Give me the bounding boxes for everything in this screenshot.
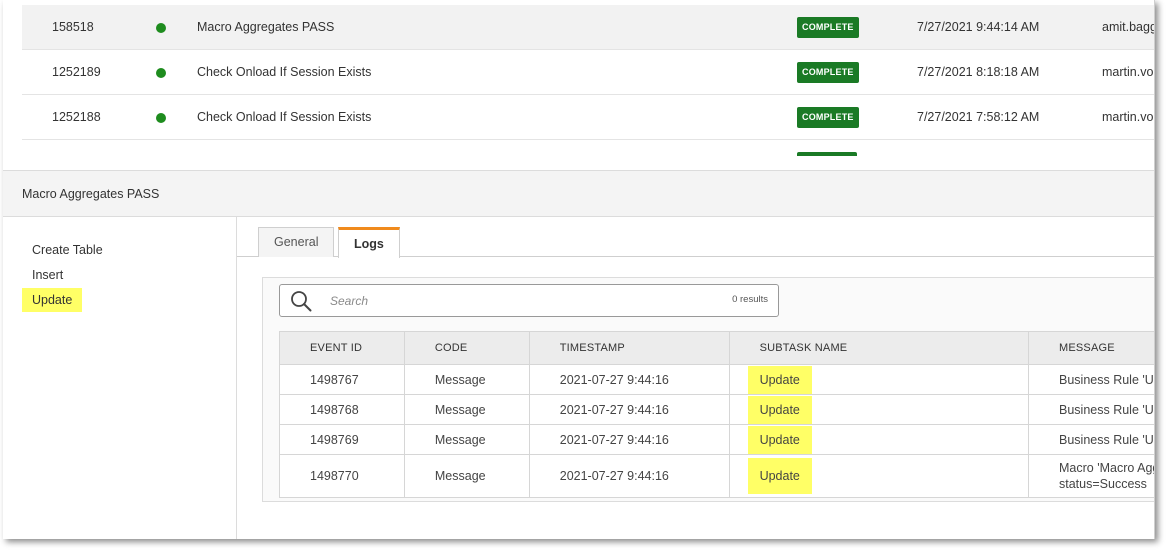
job-timestamp: 7/27/2021 9:44:14 AM	[917, 20, 1040, 34]
job-user: amit.bagg	[1102, 20, 1155, 34]
table-row[interactable]: 1498770 Message 2021-07-27 9:44:16 Updat…	[279, 454, 1155, 498]
job-name: Macro Aggregates PASS	[197, 20, 335, 34]
search-icon	[291, 291, 312, 312]
status-badge: COMPLETE	[797, 17, 859, 39]
table-header-row: EVENT ID CODE TIMESTAMP SUBTASK NAME MES…	[279, 331, 1154, 365]
message-line: status=Success	[1059, 477, 1147, 491]
message-cell: Business Rule 'Up	[1028, 424, 1154, 455]
subtask-highlight: Update	[747, 365, 812, 394]
message-cell: Business Rule 'Up	[1028, 364, 1154, 395]
code-cell: Message	[403, 364, 530, 395]
tab-general[interactable]: General	[258, 227, 335, 257]
job-user: martin.vo	[1102, 65, 1154, 79]
table-row[interactable]: 1498767 Message 2021-07-27 9:44:16 Updat…	[279, 364, 1154, 395]
job-row[interactable]: 158518 Macro Aggregates PASS COMPLETE 7/…	[22, 5, 1155, 50]
status-dot-icon	[156, 95, 168, 140]
job-timestamp: 7/27/2021 7:58:12 AM	[917, 110, 1040, 124]
column-header-timestamp[interactable]: TIMESTAMP	[528, 331, 730, 365]
status-badge: COMPLETE	[797, 107, 859, 129]
event-id-cell: 1498769	[279, 424, 405, 455]
job-monitor-window: 158518 Macro Aggregates PASS COMPLETE 7/…	[3, 0, 1155, 539]
subtask-update[interactable]: Update	[22, 288, 83, 312]
job-id: 158518	[52, 20, 94, 34]
subtask-cell: Update	[728, 454, 1030, 498]
status-badge: COMPLETE	[797, 62, 859, 84]
code-cell: Message	[403, 394, 530, 425]
detail-title: Macro Aggregates PASS	[22, 187, 160, 201]
results-count: 0 results	[732, 294, 768, 305]
subtask-highlight: Update	[747, 458, 812, 494]
detail-header: Macro Aggregates PASS	[3, 170, 1154, 217]
column-header-message[interactable]: MESSAGE	[1028, 331, 1154, 365]
column-header-subtask-name[interactable]: SUBTASK NAME	[728, 331, 1030, 365]
partial-status-badge	[797, 152, 857, 156]
status-dot-icon	[156, 50, 168, 95]
job-id: 1252189	[52, 65, 101, 79]
job-name: Check Onload If Session Exists	[197, 65, 372, 79]
timestamp-cell: 2021-07-27 9:44:16	[528, 424, 730, 455]
subtask-insert[interactable]: Insert	[22, 263, 73, 287]
tab-logs[interactable]: Logs	[338, 227, 400, 258]
job-timestamp: 7/27/2021 8:18:18 AM	[917, 65, 1040, 79]
event-id-cell: 1498770	[279, 454, 405, 498]
message-cell: Macro 'Macro Agg status=Success	[1028, 454, 1155, 498]
timestamp-cell: 2021-07-27 9:44:16	[528, 454, 730, 498]
logs-panel: 0 results EVENT ID CODE TIMESTAMP SUBTAS…	[262, 277, 1155, 502]
event-id-cell: 1498768	[279, 394, 405, 425]
message-cell: Business Rule 'Up	[1028, 394, 1154, 425]
tabs-bar: General Logs	[237, 217, 1154, 258]
column-header-code[interactable]: CODE	[403, 331, 530, 365]
table-row[interactable]: 1498769 Message 2021-07-27 9:44:16 Updat…	[279, 424, 1154, 455]
subtask-panel: Create Table Insert Update	[3, 217, 237, 539]
job-row[interactable]: 1252188 Check Onload If Session Exists C…	[22, 95, 1154, 140]
timestamp-cell: 2021-07-27 9:44:16	[528, 364, 730, 395]
subtask-highlight: Update	[747, 425, 812, 454]
status-dot-icon	[156, 5, 168, 50]
subtask-cell: Update	[728, 424, 1030, 455]
column-header-event-id[interactable]: EVENT ID	[279, 331, 405, 365]
code-cell: Message	[403, 454, 530, 498]
job-id: 1252188	[52, 110, 101, 124]
job-user: martin.vo	[1102, 110, 1154, 124]
timestamp-cell: 2021-07-27 9:44:16	[528, 394, 730, 425]
job-name: Check Onload If Session Exists	[197, 110, 372, 124]
search-box[interactable]: 0 results	[279, 284, 779, 317]
event-id-cell: 1498767	[279, 364, 405, 395]
search-input[interactable]	[330, 291, 660, 311]
subtask-cell: Update	[728, 364, 1030, 395]
subtask-cell: Update	[728, 394, 1030, 425]
table-row[interactable]: 1498768 Message 2021-07-27 9:44:16 Updat…	[279, 394, 1154, 425]
log-table: EVENT ID CODE TIMESTAMP SUBTASK NAME MES…	[279, 331, 1155, 498]
message-line: Macro 'Macro Agg	[1059, 461, 1155, 475]
code-cell: Message	[403, 424, 530, 455]
job-list: 158518 Macro Aggregates PASS COMPLETE 7/…	[3, 0, 1155, 170]
subtask-create-table[interactable]: Create Table	[22, 238, 113, 262]
job-row[interactable]: 1252189 Check Onload If Session Exists C…	[22, 50, 1154, 95]
subtask-highlight: Update	[747, 395, 812, 424]
